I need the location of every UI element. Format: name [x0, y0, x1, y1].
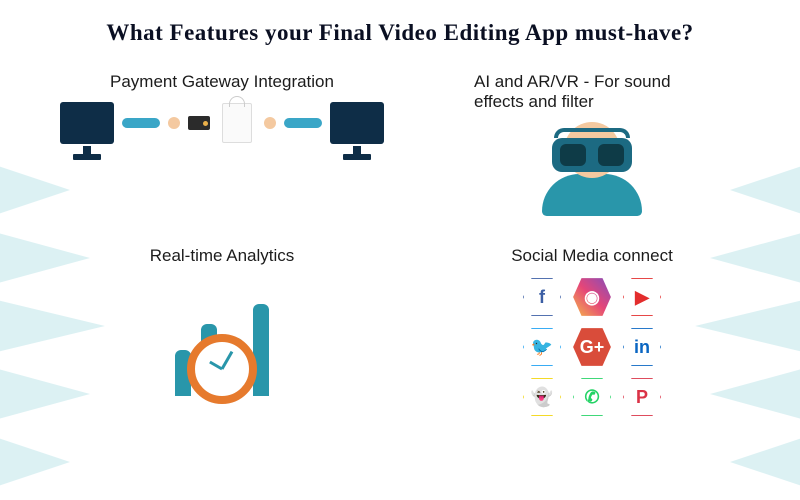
payment-gateway-icon [60, 102, 384, 144]
feature-social: Social Media connect f ◉ ▶ 🐦 G+ in 👻 ✆ P [444, 246, 740, 418]
youtube-icon: ▶ [621, 276, 663, 318]
instagram-icon: ◉ [571, 276, 613, 318]
facebook-icon: f [521, 276, 563, 318]
feature-payment-gateway: Payment Gateway Integration [60, 72, 384, 216]
feature-label: Payment Gateway Integration [110, 72, 334, 92]
analytics-clock-icon [152, 276, 292, 396]
features-grid: Payment Gateway Integration [60, 72, 740, 418]
whatsapp-icon: ✆ [571, 376, 613, 418]
feature-label: Real-time Analytics [150, 246, 295, 266]
page-title: What Features your Final Video Editing A… [60, 20, 740, 46]
social-icons-grid: f ◉ ▶ 🐦 G+ in 👻 ✆ P [521, 276, 663, 418]
pinterest-icon: P [621, 376, 663, 418]
vr-headset-icon [532, 122, 652, 216]
feature-ar-vr: AI and AR/VR - For sound effects and fil… [444, 72, 740, 216]
google-plus-icon: G+ [571, 326, 613, 368]
snapchat-icon: 👻 [521, 376, 563, 418]
twitter-icon: 🐦 [521, 326, 563, 368]
feature-label: AI and AR/VR - For sound effects and fil… [474, 72, 684, 112]
linkedin-icon: in [621, 326, 663, 368]
feature-label: Social Media connect [511, 246, 673, 266]
feature-analytics: Real-time Analytics [60, 246, 384, 418]
